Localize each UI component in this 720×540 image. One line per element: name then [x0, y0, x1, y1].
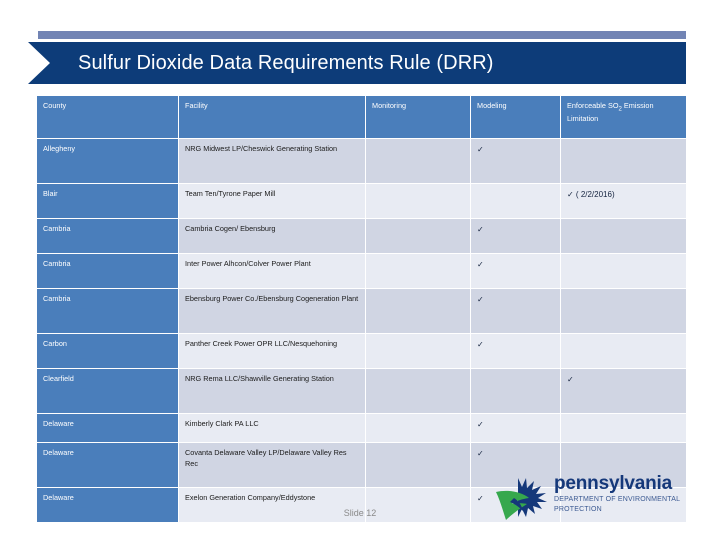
- table-header: County Facility Monitoring Modeling Enfo…: [36, 95, 687, 139]
- cell-facility: Cambria Cogen/ Ebensburg: [178, 218, 366, 254]
- cell-facility: Inter Power Alhcon/Colver Power Plant: [178, 253, 366, 289]
- cell-county: Cambria: [36, 253, 179, 289]
- cell-modeling: ✓: [470, 413, 561, 443]
- cell-facility: Team Ten/Tyrone Paper Mill: [178, 183, 366, 219]
- table-body: Allegheny NRG Midwest LP/Cheswick Genera…: [36, 138, 687, 523]
- logo-wordmark: pennsylvania: [554, 473, 672, 494]
- cell-limitation: [560, 138, 687, 184]
- cell-county: Delaware: [36, 413, 179, 443]
- cell-monitoring: [365, 288, 471, 334]
- cell-monitoring: [365, 333, 471, 369]
- logo-subtitle-line2: PROTECTION: [554, 505, 602, 513]
- cell-monitoring: [365, 442, 471, 488]
- logo-text-block: pennsylvania DEPARTMENT OF ENVIRONMENTAL…: [554, 474, 696, 514]
- cell-modeling: [470, 368, 561, 414]
- cell-monitoring: [365, 413, 471, 443]
- slide-title-block: Sulfur Dioxide Data Requirements Rule (D…: [0, 0, 720, 92]
- cell-modeling: ✓: [470, 288, 561, 334]
- cell-facility: Covanta Delaware Valley LP/Delaware Vall…: [178, 442, 366, 488]
- cell-modeling: ✓: [470, 138, 561, 184]
- cell-limitation: [560, 218, 687, 254]
- cell-limitation: ✓ ( 2/2/2016): [560, 183, 687, 219]
- cell-monitoring: [365, 218, 471, 254]
- cell-facility: Panther Creek Power OPR LLC/Nesquehoning: [178, 333, 366, 369]
- table-row: Cambria Inter Power Alhcon/Colver Power …: [36, 253, 687, 289]
- cell-modeling: [470, 183, 561, 219]
- table-row: Carbon Panther Creek Power OPR LLC/Nesqu…: [36, 333, 687, 369]
- cell-county: Delaware: [36, 442, 179, 488]
- cell-county: Cambria: [36, 218, 179, 254]
- column-header-monitoring: Monitoring: [365, 95, 471, 139]
- title-accent-bar: [38, 31, 686, 39]
- cell-facility: NRG Rema LLC/Shawville Generating Statio…: [178, 368, 366, 414]
- table-row: Blair Team Ten/Tyrone Paper Mill ✓ ( 2/2…: [36, 183, 687, 219]
- pennsylvania-dep-logo: pennsylvania DEPARTMENT OF ENVIRONMENTAL…: [492, 474, 697, 524]
- cell-limitation: [560, 413, 687, 443]
- cell-facility: Kimberly Clark PA LLC: [178, 413, 366, 443]
- table-header-row: County Facility Monitoring Modeling Enfo…: [36, 95, 687, 139]
- cell-limitation: ✓: [560, 368, 687, 414]
- cell-county: Clearfield: [36, 368, 179, 414]
- cell-facility: Ebensburg Power Co./Ebensburg Cogenerati…: [178, 288, 366, 334]
- column-header-emission-limitation: Enforceable SO2 Emission Limitation: [560, 95, 687, 139]
- cell-modeling: ✓: [470, 253, 561, 289]
- cell-monitoring: [365, 253, 471, 289]
- cell-limitation: [560, 288, 687, 334]
- logo-subtitle-line1: DEPARTMENT OF ENVIRONMENTAL: [554, 496, 681, 503]
- logo-subtitle: DEPARTMENT OF ENVIRONMENTAL PROTECTION: [554, 495, 696, 514]
- cell-monitoring: [365, 368, 471, 414]
- limitation-label-post: Emission: [621, 101, 654, 110]
- limitation-label-line2: Limitation: [567, 113, 599, 123]
- column-header-facility: Facility: [178, 95, 366, 139]
- table-row: Allegheny NRG Midwest LP/Cheswick Genera…: [36, 138, 687, 184]
- table-row: Clearfield NRG Rema LLC/Shawville Genera…: [36, 368, 687, 414]
- table-row: Delaware Kimberly Clark PA LLC ✓: [36, 413, 687, 443]
- limitation-label-pre: Enforceable SO: [567, 101, 619, 110]
- cell-modeling: ✓: [470, 218, 561, 254]
- cell-monitoring: [365, 183, 471, 219]
- cell-monitoring: [365, 138, 471, 184]
- cell-modeling: ✓: [470, 333, 561, 369]
- cell-limitation: [560, 333, 687, 369]
- cell-county: Cambria: [36, 288, 179, 334]
- keystone-leaf-icon: [496, 478, 547, 520]
- drr-facilities-table: County Facility Monitoring Modeling Enfo…: [36, 95, 687, 523]
- cell-limitation: [560, 253, 687, 289]
- cell-county: Blair: [36, 183, 179, 219]
- cell-facility: NRG Midwest LP/Cheswick Generating Stati…: [178, 138, 366, 184]
- column-header-county: County: [36, 95, 179, 139]
- column-header-modeling: Modeling: [470, 95, 561, 139]
- cell-county: Allegheny: [36, 138, 179, 184]
- page-title: Sulfur Dioxide Data Requirements Rule (D…: [78, 52, 494, 74]
- table-row: Cambria Cambria Cogen/ Ebensburg ✓: [36, 218, 687, 254]
- cell-county: Carbon: [36, 333, 179, 369]
- table-row: Cambria Ebensburg Power Co./Ebensburg Co…: [36, 288, 687, 334]
